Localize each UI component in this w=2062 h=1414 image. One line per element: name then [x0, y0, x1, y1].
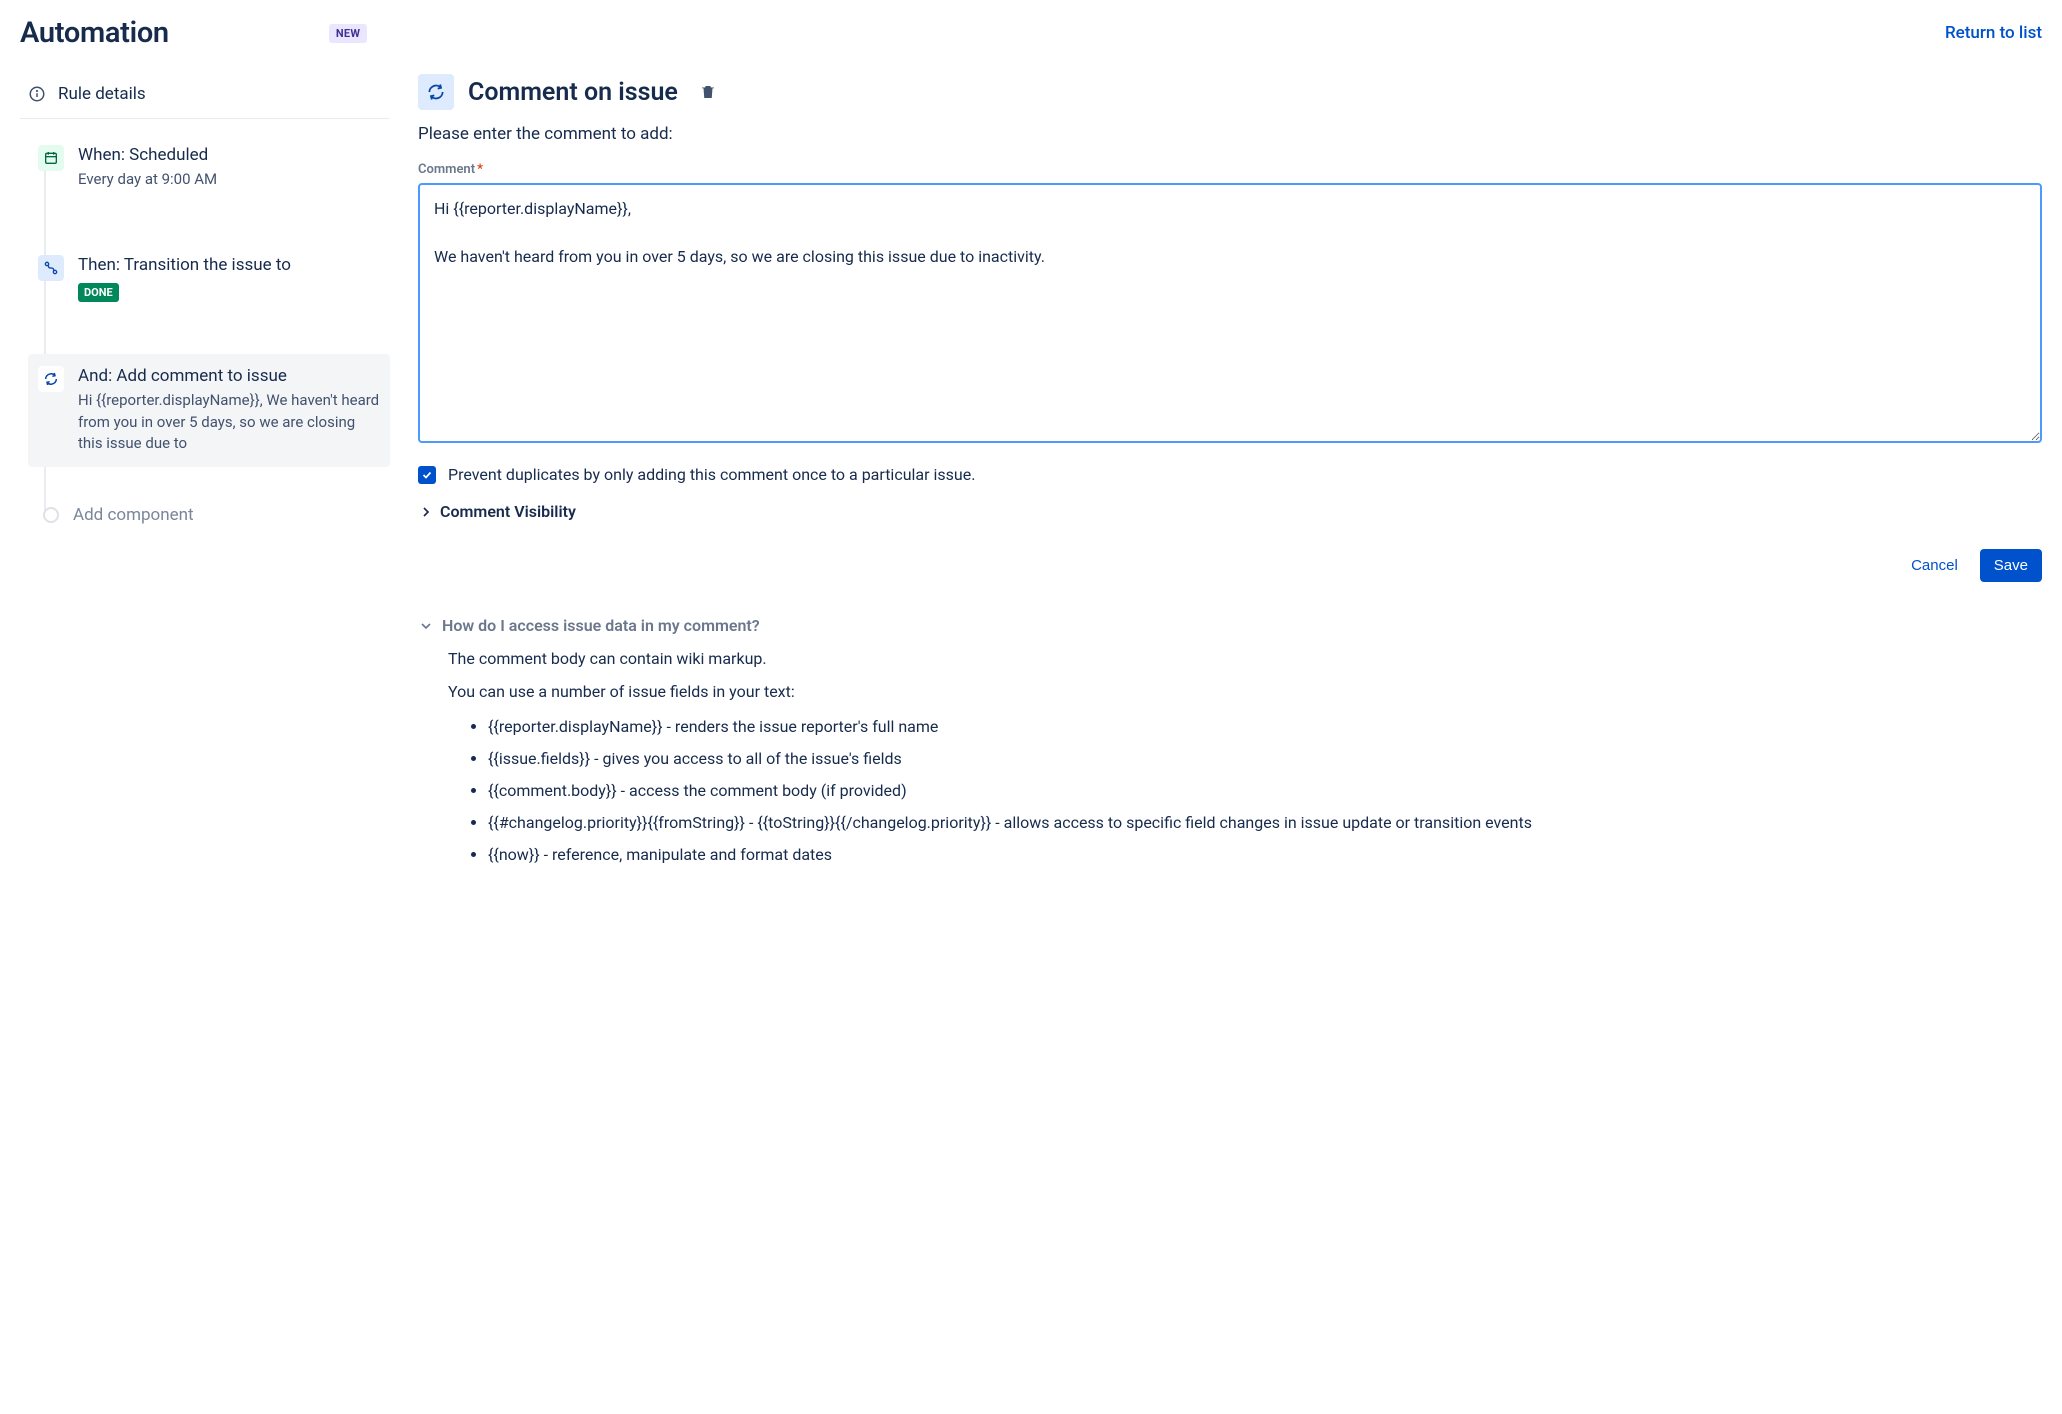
- main-panel: Comment on issue Please enter the commen…: [418, 74, 2042, 875]
- chevron-right-icon: [418, 504, 434, 520]
- return-to-list-link[interactable]: Return to list: [1945, 23, 2042, 43]
- panel-title: Comment on issue: [468, 78, 678, 107]
- trash-icon: [699, 83, 717, 101]
- comment-textarea[interactable]: [418, 183, 2042, 443]
- prevent-duplicates-label: Prevent duplicates by only adding this c…: [448, 465, 975, 484]
- transition-title: Then: Transition the issue to: [78, 255, 291, 275]
- add-circle-icon: [43, 507, 59, 523]
- visibility-label: Comment Visibility: [440, 502, 576, 521]
- trigger-node-scheduled[interactable]: When: Scheduled Every day at 9:00 AM: [28, 133, 390, 203]
- add-component-label: Add component: [73, 505, 194, 525]
- refresh-icon: [418, 74, 454, 110]
- help-line-2: You can use a number of issue fields in …: [448, 682, 2042, 701]
- rule-details-label: Rule details: [58, 84, 146, 104]
- help-item: {{comment.body}} - access the comment bo…: [488, 779, 2042, 803]
- comment-field-label: Comment*: [418, 162, 2042, 177]
- rule-details-button[interactable]: Rule details: [20, 74, 390, 119]
- info-icon: [28, 85, 46, 103]
- checkmark-icon: [421, 469, 433, 481]
- required-asterisk: *: [477, 162, 483, 177]
- panel-intro: Please enter the comment to add:: [418, 124, 2042, 144]
- help-item: {{now}} - reference, manipulate and form…: [488, 843, 2042, 867]
- page-title: Automation: [20, 16, 169, 50]
- done-lozenge: DONE: [78, 283, 119, 302]
- new-badge: NEW: [329, 24, 367, 43]
- help-toggle[interactable]: How do I access issue data in my comment…: [418, 616, 2042, 635]
- trigger-subtitle: Every day at 9:00 AM: [78, 169, 217, 191]
- comment-action-title: And: Add comment to issue: [78, 366, 380, 386]
- save-button[interactable]: Save: [1980, 549, 2042, 582]
- comment-visibility-toggle[interactable]: Comment Visibility: [418, 502, 2042, 521]
- help-item: {{reporter.displayName}} - renders the i…: [488, 715, 2042, 739]
- help-item: {{#changelog.priority}}{{fromString}} - …: [488, 811, 2042, 835]
- action-node-comment[interactable]: And: Add comment to issue Hi {{reporter.…: [28, 354, 390, 467]
- refresh-icon: [38, 366, 64, 392]
- calendar-icon: [38, 145, 64, 171]
- comment-action-subtitle: Hi {{reporter.displayName}}, We haven't …: [78, 390, 380, 455]
- trigger-title: When: Scheduled: [78, 145, 217, 165]
- help-line-1: The comment body can contain wiki markup…: [448, 649, 2042, 668]
- cancel-button[interactable]: Cancel: [1897, 549, 1972, 582]
- prevent-duplicates-checkbox[interactable]: [418, 466, 436, 484]
- help-title: How do I access issue data in my comment…: [442, 616, 760, 635]
- transition-icon: [38, 255, 64, 281]
- action-node-transition[interactable]: Then: Transition the issue to DONE: [28, 243, 390, 314]
- add-component-button[interactable]: Add component: [28, 497, 390, 533]
- help-list: {{reporter.displayName}} - renders the i…: [448, 715, 2042, 867]
- chevron-down-icon: [418, 618, 434, 634]
- help-item: {{issue.fields}} - gives you access to a…: [488, 747, 2042, 771]
- rule-sidebar: Rule details When: Scheduled Every day a…: [20, 74, 390, 875]
- delete-button[interactable]: [692, 76, 724, 108]
- page-header: Automation NEW Return to list: [20, 16, 2042, 50]
